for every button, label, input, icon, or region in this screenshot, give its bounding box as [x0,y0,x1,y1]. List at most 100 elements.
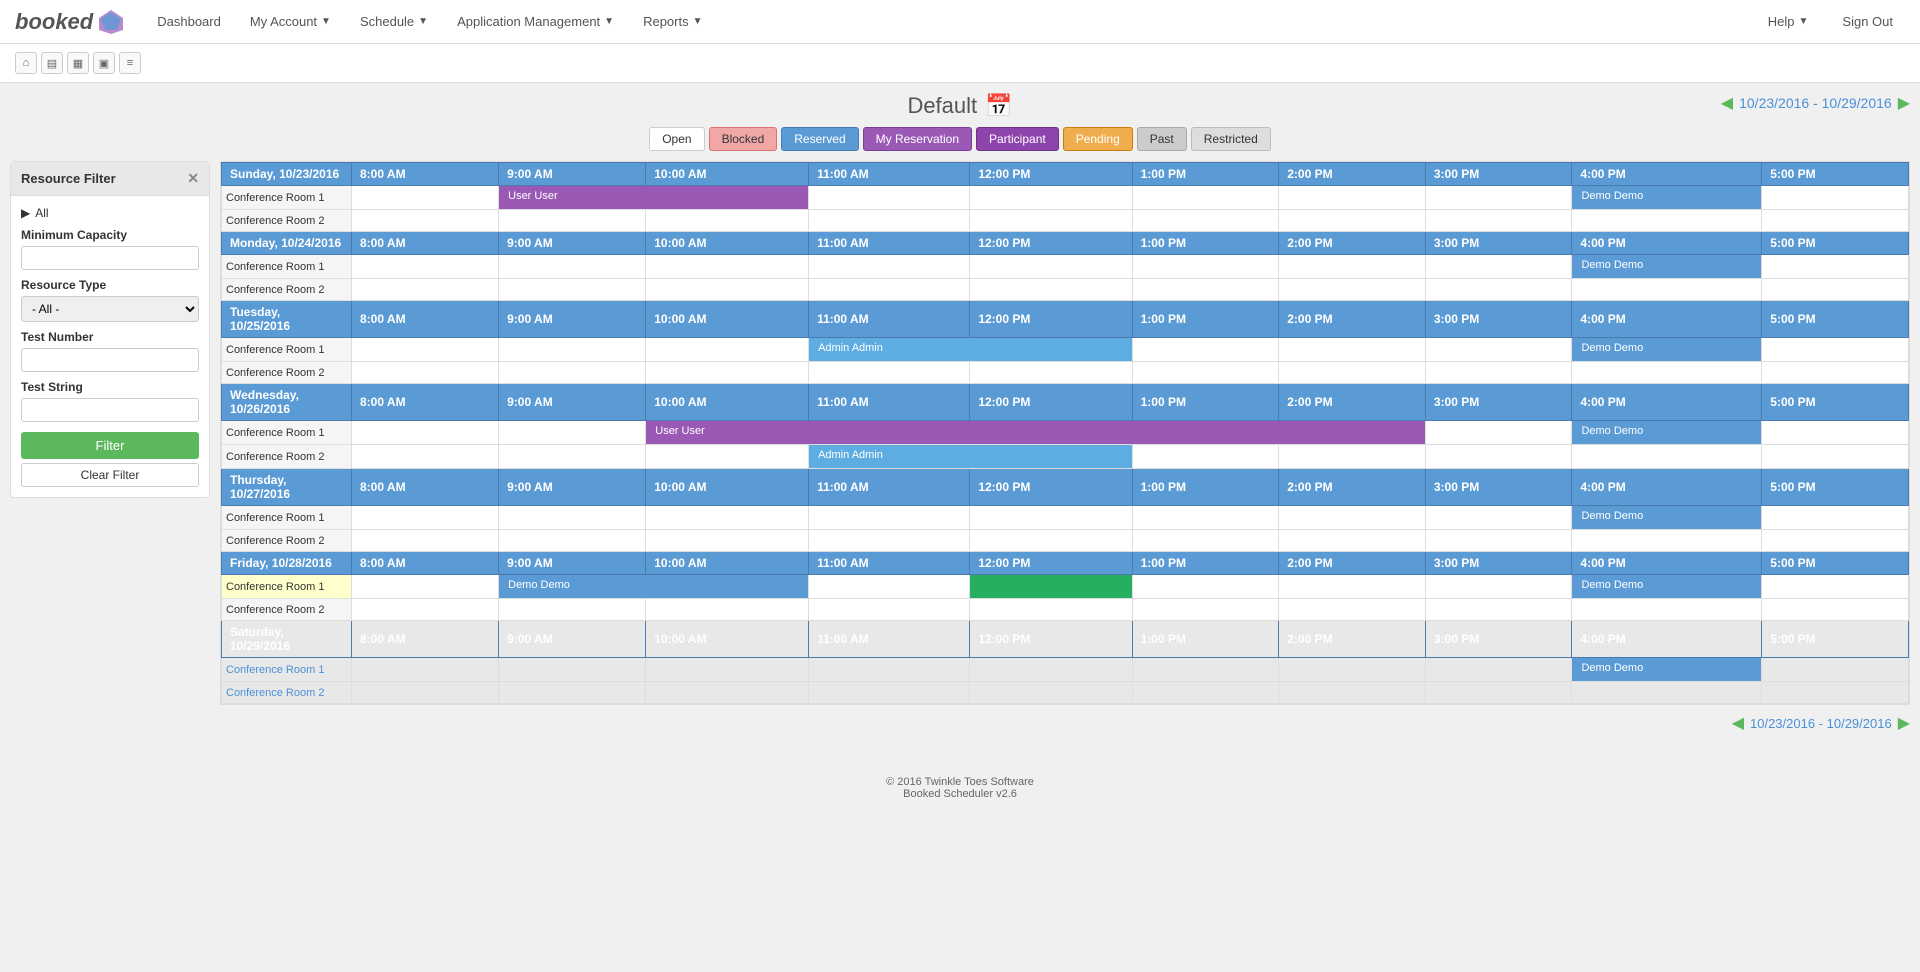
table-row: Conference Room 1 Demo Demo [222,658,1909,682]
legend-my-reservation[interactable]: My Reservation [863,127,972,151]
wednesday-room1-res1[interactable]: User User [650,423,710,439]
prev-week-arrow[interactable]: ◀ [1721,93,1733,113]
legend-participant[interactable]: Participant [976,127,1059,151]
clear-filter-button[interactable]: Clear Filter [21,463,199,487]
friday-room1-res3[interactable]: Demo Demo [1576,577,1648,593]
legend-restricted[interactable]: Restricted [1191,127,1271,151]
sunday-room2-c1[interactable] [352,210,499,232]
sunday-room2-c10[interactable] [1762,210,1909,232]
sunday-room2-c2[interactable] [499,210,646,232]
bottom-date-nav: ◀ 10/23/2016 - 10/29/2016 ▶ [10,705,1910,741]
sunday-room1-c3[interactable] [809,186,970,210]
table-row: Conference Room 2 [222,530,1909,552]
nav-app-management[interactable]: Application Management ▼ [445,6,626,37]
table-row: Conference Room 2 [222,279,1909,301]
help-caret: ▼ [1799,16,1809,27]
wednesday-room1-res2[interactable]: Demo Demo [1576,423,1648,439]
monday-room1-res1[interactable]: Demo Demo [1576,257,1648,273]
toolbar: ⌂ ▤ ▦ ▣ ≡ [0,44,1920,83]
friday-room2-name: Conference Room 2 [222,599,352,621]
day-saturday: Saturday, 10/29/2016 8:00 AM 9:00 AM 10:… [222,621,1909,658]
toolbar-list-icon[interactable]: ≡ [119,52,141,74]
table-row: Conference Room 1 User User Demo Demo [222,421,1909,445]
toolbar-monthly-icon[interactable]: ▣ [93,52,115,74]
saturday-room2-name: Conference Room 2 [222,682,352,704]
saturday-room1-res1[interactable]: Demo Demo [1576,660,1648,676]
day-thursday: Thursday, 10/27/2016 8:00 AM 9:00 AM 10:… [222,469,1909,506]
date-nav: ◀ 10/23/2016 - 10/29/2016 ▶ [1721,93,1910,113]
legend-reserved[interactable]: Reserved [781,127,858,151]
next-week-arrow[interactable]: ▶ [1898,93,1910,113]
friday-room1-res2[interactable] [974,586,984,590]
sunday-room1-c9[interactable] [1762,186,1909,210]
thursday-room1-name: Conference Room 1 [222,506,352,530]
sunday-room2-c8[interactable] [1425,210,1572,232]
bottom-prev-arrow[interactable]: ◀ [1732,713,1744,733]
sunday-room1-c5[interactable] [1132,186,1279,210]
test-string-section: Test String [21,380,199,422]
nav-items: Dashboard My Account ▼ Schedule ▼ Applic… [145,6,1756,37]
toolbar-daily-icon[interactable]: ▤ [41,52,63,74]
nav-schedule[interactable]: Schedule ▼ [348,6,440,37]
tuesday-room1-res1[interactable]: Admin Admin [813,340,888,356]
min-capacity-label: Minimum Capacity [21,228,199,242]
sunday-room1-c1[interactable] [352,186,499,210]
test-number-input[interactable] [21,348,199,372]
sidebar: Resource Filter ✕ ▶ All Minimum Capacity… [10,161,210,498]
sunday-1pm: 1:00 PM [1132,163,1279,186]
legend-past[interactable]: Past [1137,127,1187,151]
thursday-room1-res1[interactable]: Demo Demo [1576,508,1648,524]
layout: Resource Filter ✕ ▶ All Minimum Capacity… [10,161,1910,705]
sunday-room1-res2[interactable]: Demo Demo [1576,188,1648,204]
table-row: Conference Room 1 Demo Demo [222,255,1909,279]
nav-reports[interactable]: Reports ▼ [631,6,714,37]
thursday-label: Thursday, 10/27/2016 [222,469,352,506]
sunday-room1-c2[interactable]: User User [499,186,809,210]
min-capacity-input[interactable] [21,246,199,270]
nav-sign-out[interactable]: Sign Out [1830,6,1905,37]
sunday-room2-c6[interactable] [1132,210,1279,232]
sunday-room1-c7[interactable] [1425,186,1572,210]
tuesday-room1-res2[interactable]: Demo Demo [1576,340,1648,356]
test-string-input[interactable] [21,398,199,422]
footer-line1: © 2016 Twinkle Toes Software [15,776,1905,788]
bottom-next-arrow[interactable]: ▶ [1898,713,1910,733]
sunday-room1-c4[interactable] [970,186,1132,210]
wednesday-room2-name: Conference Room 2 [222,445,352,469]
toolbar-home-icon[interactable]: ⌂ [15,52,37,74]
navbar: booked Dashboard My Account ▼ Schedule ▼… [0,0,1920,44]
legend-pending[interactable]: Pending [1063,127,1133,151]
sunday-9am: 9:00 AM [499,163,646,186]
table-row: Conference Room 1 Demo Demo [222,575,1909,599]
table-row: Conference Room 1 User User Demo Demo [222,186,1909,210]
sunday-room1-res1[interactable]: User User [503,188,563,204]
friday-room1-res1[interactable]: Demo Demo [503,577,575,593]
sunday-room2-c3[interactable] [646,210,809,232]
sidebar-close-icon[interactable]: ✕ [187,170,199,187]
calendar-title-text: Default [907,93,977,119]
wednesday-room1-name: Conference Room 1 [222,421,352,445]
wednesday-room2-res1[interactable]: Admin Admin [813,447,888,463]
sunday-room2-c9[interactable] [1572,210,1762,232]
sunday-3pm: 3:00 PM [1425,163,1572,186]
schedule-table: Sunday, 10/23/2016 8:00 AM 9:00 AM 10:00… [221,162,1909,704]
resource-type-select[interactable]: - All - [21,296,199,322]
filter-all-row: ▶ All [21,206,199,220]
nav-dashboard[interactable]: Dashboard [145,6,233,37]
sunday-room1-c6[interactable] [1279,186,1426,210]
calendar-grid: Sunday, 10/23/2016 8:00 AM 9:00 AM 10:00… [220,161,1910,705]
test-number-label: Test Number [21,330,199,344]
sunday-room2-c7[interactable] [1279,210,1426,232]
toolbar-weekly-icon[interactable]: ▦ [67,52,89,74]
nav-help[interactable]: Help ▼ [1756,6,1821,37]
nav-my-account[interactable]: My Account ▼ [238,6,343,37]
calendar-title: Default 📅 [907,93,1012,119]
legend-open[interactable]: Open [649,127,704,151]
legend-blocked[interactable]: Blocked [709,127,778,151]
footer: © 2016 Twinkle Toes Software Booked Sche… [0,761,1920,815]
filter-button[interactable]: Filter [21,432,199,459]
sunday-room2-c4[interactable] [809,210,970,232]
sunday-room1-c8[interactable]: Demo Demo [1572,186,1762,210]
sidebar-body: ▶ All Minimum Capacity Resource Type - A… [11,196,209,497]
sunday-room2-c5[interactable] [970,210,1132,232]
